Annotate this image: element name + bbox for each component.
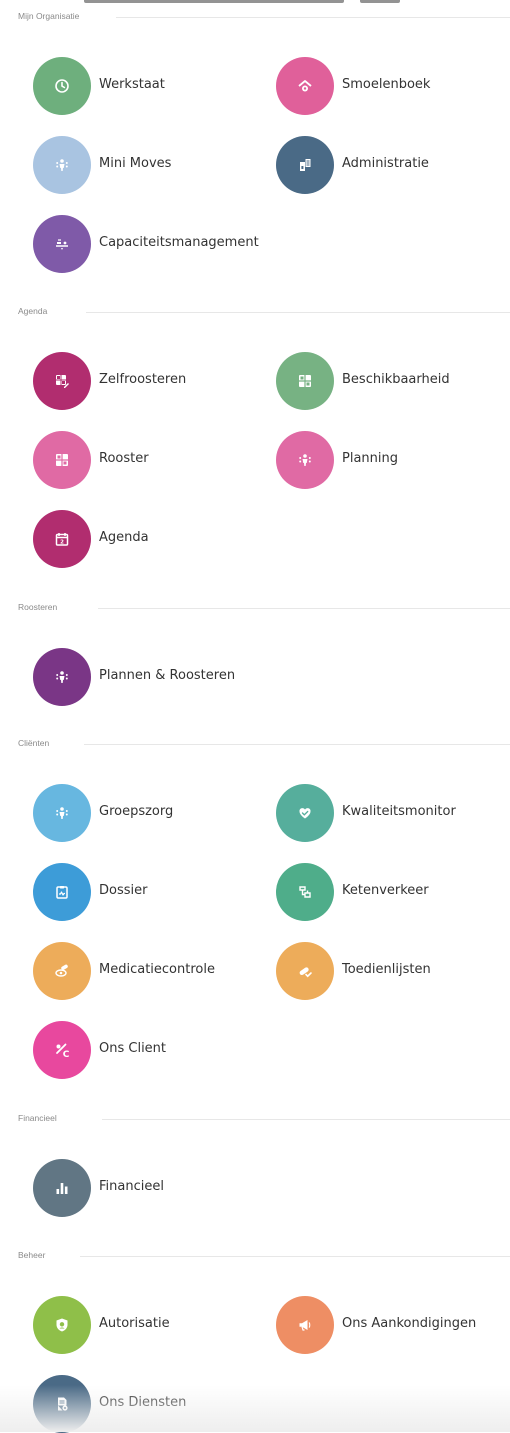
- app-tile-label: Autorisatie: [99, 1316, 170, 1331]
- app-tile-plannen-and-roosteren[interactable]: Plannen & Roosteren: [33, 648, 269, 706]
- balance-icon: [33, 215, 91, 273]
- people-icon: [33, 648, 91, 706]
- app-tile-mini-moves[interactable]: Mini Moves: [33, 136, 269, 194]
- section-divider: [116, 17, 510, 18]
- app-tile-ons-diensten[interactable]: Ons Diensten: [33, 1375, 269, 1433]
- app-tile-zelfroosteren[interactable]: Zelfroosteren: [33, 352, 269, 410]
- document-building-icon: [276, 136, 334, 194]
- section-divider: [102, 1119, 510, 1120]
- app-tile-ketenverkeer[interactable]: Ketenverkeer: [276, 863, 506, 921]
- app-tile-medicatiecontrole[interactable]: Medicatiecontrole: [33, 942, 269, 1000]
- app-tile-toedienlijsten[interactable]: Toedienlijsten: [276, 942, 506, 1000]
- app-tile-label: Capaciteitsmanagement: [99, 235, 259, 250]
- app-tile-label: Groepszorg: [99, 804, 174, 819]
- svg-text:2: 2: [60, 540, 64, 546]
- app-launcher: Mijn Organisatie Werkstaat Smoelenboek Mini…: [0, 0, 510, 1433]
- calendar-icon: 2: [33, 510, 91, 568]
- app-tile-administratie[interactable]: Administratie: [276, 136, 506, 194]
- people-icon: [276, 431, 334, 489]
- app-tile-financieel[interactable]: Financieel: [33, 1159, 269, 1217]
- section-title: Roosteren: [18, 602, 62, 612]
- bar-chart-icon: [33, 1159, 91, 1217]
- percent-c-icon: C: [33, 1021, 91, 1079]
- section-divider: [86, 312, 510, 313]
- app-tile-label: Mini Moves: [99, 156, 172, 171]
- section-header-roosteren: Roosteren: [18, 602, 510, 616]
- heart-icon: [276, 784, 334, 842]
- section-title: Financieel: [18, 1113, 61, 1123]
- app-tile-label: Administratie: [342, 156, 429, 171]
- app-tile-label: Zelfroosteren: [99, 372, 187, 387]
- exchange-icon: [276, 863, 334, 921]
- app-tile-capaciteitsmanagement[interactable]: Capaciteitsmanagement: [33, 215, 269, 273]
- app-tile-label: Ketenverkeer: [342, 883, 429, 898]
- app-tile-label: Kwaliteitsmonitor: [342, 804, 456, 819]
- section-divider: [80, 1256, 510, 1257]
- section-header-agenda: Agenda: [18, 306, 510, 320]
- app-tile-planning[interactable]: Planning: [276, 431, 506, 489]
- section-title: Beheer: [18, 1250, 50, 1260]
- house-person-icon: [276, 57, 334, 115]
- app-tile-dossier[interactable]: Dossier: [33, 863, 269, 921]
- grid-icon: [276, 352, 334, 410]
- app-tile-kwaliteitsmonitor[interactable]: Kwaliteitsmonitor: [276, 784, 506, 842]
- app-tile-smoelenboek[interactable]: Smoelenboek: [276, 57, 506, 115]
- grid-edit-icon: [33, 352, 91, 410]
- app-tile-label: Ons Diensten: [99, 1395, 187, 1410]
- people-icon: [33, 784, 91, 842]
- app-tile-label: Werkstaat: [99, 77, 165, 92]
- megaphone-icon: [276, 1296, 334, 1354]
- app-tile-label: Dossier: [99, 883, 148, 898]
- app-tile-rooster[interactable]: Rooster: [33, 431, 269, 489]
- section-divider: [84, 744, 510, 745]
- app-tile-label: Financieel: [99, 1179, 164, 1194]
- app-tile-ons-aankondigingen[interactable]: Ons Aankondigingen: [276, 1296, 506, 1354]
- app-tile-beschikbaarheid[interactable]: Beschikbaarheid: [276, 352, 506, 410]
- document-gear-icon: [33, 1375, 91, 1433]
- svg-text:C: C: [63, 1050, 70, 1058]
- section-header-financieel: Financieel: [18, 1113, 510, 1127]
- app-tile-werkstaat[interactable]: Werkstaat: [33, 57, 269, 115]
- app-tile-label: Toedienlijsten: [342, 962, 431, 977]
- app-tile-agenda[interactable]: 2 Agenda: [33, 510, 269, 568]
- section-divider: [98, 608, 510, 609]
- app-tile-label: Ons Aankondigingen: [342, 1316, 477, 1331]
- section-title: Agenda: [18, 306, 52, 316]
- section-title: Mijn Organisatie: [18, 11, 84, 21]
- app-tile-label: Planning: [342, 451, 398, 466]
- app-tile-groepszorg[interactable]: Groepszorg: [33, 784, 269, 842]
- pill-check-icon: [276, 942, 334, 1000]
- grid-icon: [33, 431, 91, 489]
- cut-off-title: [0, 0, 510, 4]
- clock-icon: [33, 57, 91, 115]
- app-tile-autorisatie[interactable]: Autorisatie: [33, 1296, 269, 1354]
- app-tile-label: Beschikbaarheid: [342, 372, 450, 387]
- app-tile-label: Smoelenboek: [342, 77, 431, 92]
- app-tile-label: Agenda: [99, 530, 149, 545]
- section-header-beheer: Beheer: [18, 1250, 510, 1264]
- app-tile-label: Ons Client: [99, 1041, 167, 1056]
- pill-eye-icon: [33, 942, 91, 1000]
- shield-icon: [33, 1296, 91, 1354]
- app-tile-label: Plannen & Roosteren: [99, 668, 236, 683]
- app-tile-label: Medicatiecontrole: [99, 962, 215, 977]
- app-tile-ons-client[interactable]: C Ons Client: [33, 1021, 269, 1079]
- people-icon: [33, 136, 91, 194]
- section-header-clienten: Cliënten: [18, 738, 510, 752]
- section-header-mijn-organisatie: Mijn Organisatie: [18, 11, 510, 25]
- clipboard-icon: [33, 863, 91, 921]
- app-tile-label: Rooster: [99, 451, 149, 466]
- section-title: Cliënten: [18, 738, 54, 748]
